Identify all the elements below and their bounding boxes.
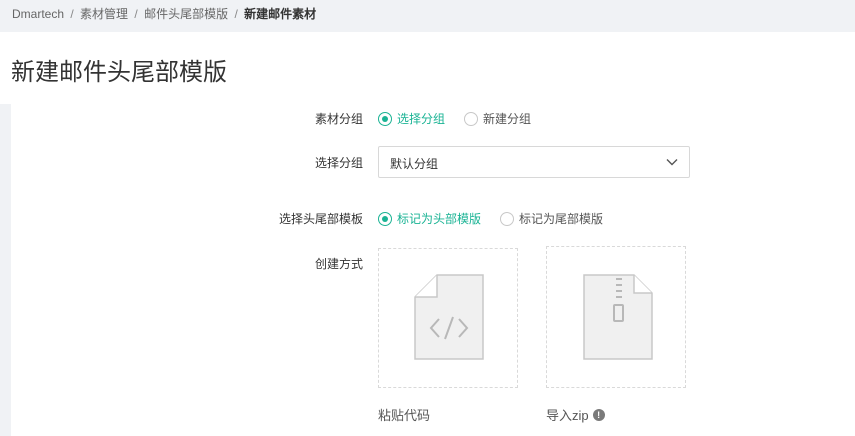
select-group-label: 选择分组 <box>314 156 363 170</box>
page-title: 新建邮件头尾部模版 <box>11 59 227 86</box>
breadcrumb-current: 新建邮件素材 <box>244 7 317 21</box>
radio-label: 标记为尾部模版 <box>519 212 604 226</box>
radio-button-icon[interactable] <box>500 211 515 226</box>
radio-button-icon[interactable] <box>464 111 479 126</box>
paste-code-card[interactable] <box>378 248 518 388</box>
breadcrumb-item-email-templates[interactable]: 邮件头尾部模版 <box>144 7 228 21</box>
page-header: 新建邮件头尾部模版 <box>0 32 855 104</box>
code-file-icon <box>414 274 484 360</box>
template-type-label: 选择头尾部模板 <box>278 212 363 226</box>
radio-button-icon[interactable] <box>378 211 392 226</box>
radio-button-icon[interactable] <box>378 111 392 126</box>
radio-mark-footer[interactable]: 标记为尾部模版 <box>500 210 603 227</box>
breadcrumb: Dmartech / 素材管理 / 邮件头尾部模版 / 新建邮件素材 <box>0 0 855 32</box>
radio-new-group[interactable]: 新建分组 <box>464 110 531 127</box>
template-type-radio-group: 标记为头部模版 标记为尾部模版 <box>378 210 603 227</box>
info-icon[interactable]: ! <box>592 408 605 421</box>
breadcrumb-separator: / <box>234 7 238 21</box>
radio-label: 标记为头部模版 <box>397 212 482 226</box>
group-select[interactable]: 默认分组 <box>378 146 690 178</box>
group-mode-radio-group: 选择分组 新建分组 <box>378 110 531 127</box>
paste-code-text: 粘贴代码 <box>378 408 431 423</box>
radio-select-group[interactable]: 选择分组 <box>378 110 445 127</box>
zip-file-icon <box>583 274 653 360</box>
breadcrumb-item-material-management[interactable]: 素材管理 <box>80 7 128 21</box>
import-zip-card[interactable] <box>546 246 686 388</box>
breadcrumb-item-home[interactable]: Dmartech <box>12 7 64 21</box>
left-gutter <box>0 104 11 436</box>
paste-code-label: 粘贴代码 <box>378 405 430 424</box>
group-mode-label: 素材分组 <box>314 112 363 126</box>
breadcrumb-separator: / <box>70 7 74 21</box>
group-select-value: 默认分组 <box>390 157 439 171</box>
radio-mark-header[interactable]: 标记为头部模版 <box>378 210 481 227</box>
radio-label: 新建分组 <box>483 112 532 126</box>
radio-label: 选择分组 <box>397 112 446 126</box>
import-zip-text: 导入zip <box>546 408 589 423</box>
breadcrumb-separator: / <box>134 7 138 21</box>
import-zip-label: 导入zip ! <box>546 405 605 424</box>
chevron-down-icon[interactable] <box>665 155 679 169</box>
create-method-label: 创建方式 <box>314 257 363 271</box>
